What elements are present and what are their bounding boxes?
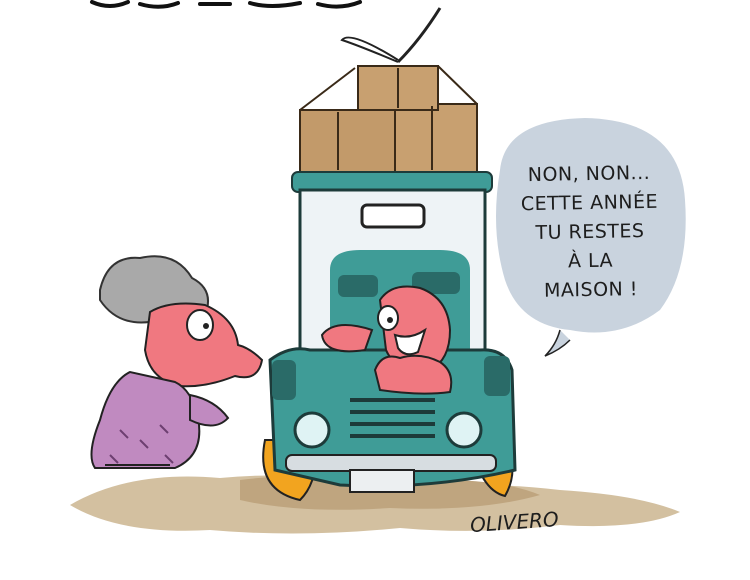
bubble-line: MAISON ! (543, 278, 639, 302)
speech-bubble-text: NON, NON... CETTE ANNÉE TU RESTES À LA M… (504, 159, 677, 307)
bubble-line: CETTE ANNÉE (520, 190, 659, 216)
bubble-line: À LA (567, 249, 614, 273)
title-fragment (90, 0, 362, 9)
old-woman (90, 255, 264, 469)
bubble-line: NON, NON... (527, 161, 651, 187)
luggage-boxes (299, 7, 478, 173)
bubble-line: TU RESTES (535, 220, 645, 244)
